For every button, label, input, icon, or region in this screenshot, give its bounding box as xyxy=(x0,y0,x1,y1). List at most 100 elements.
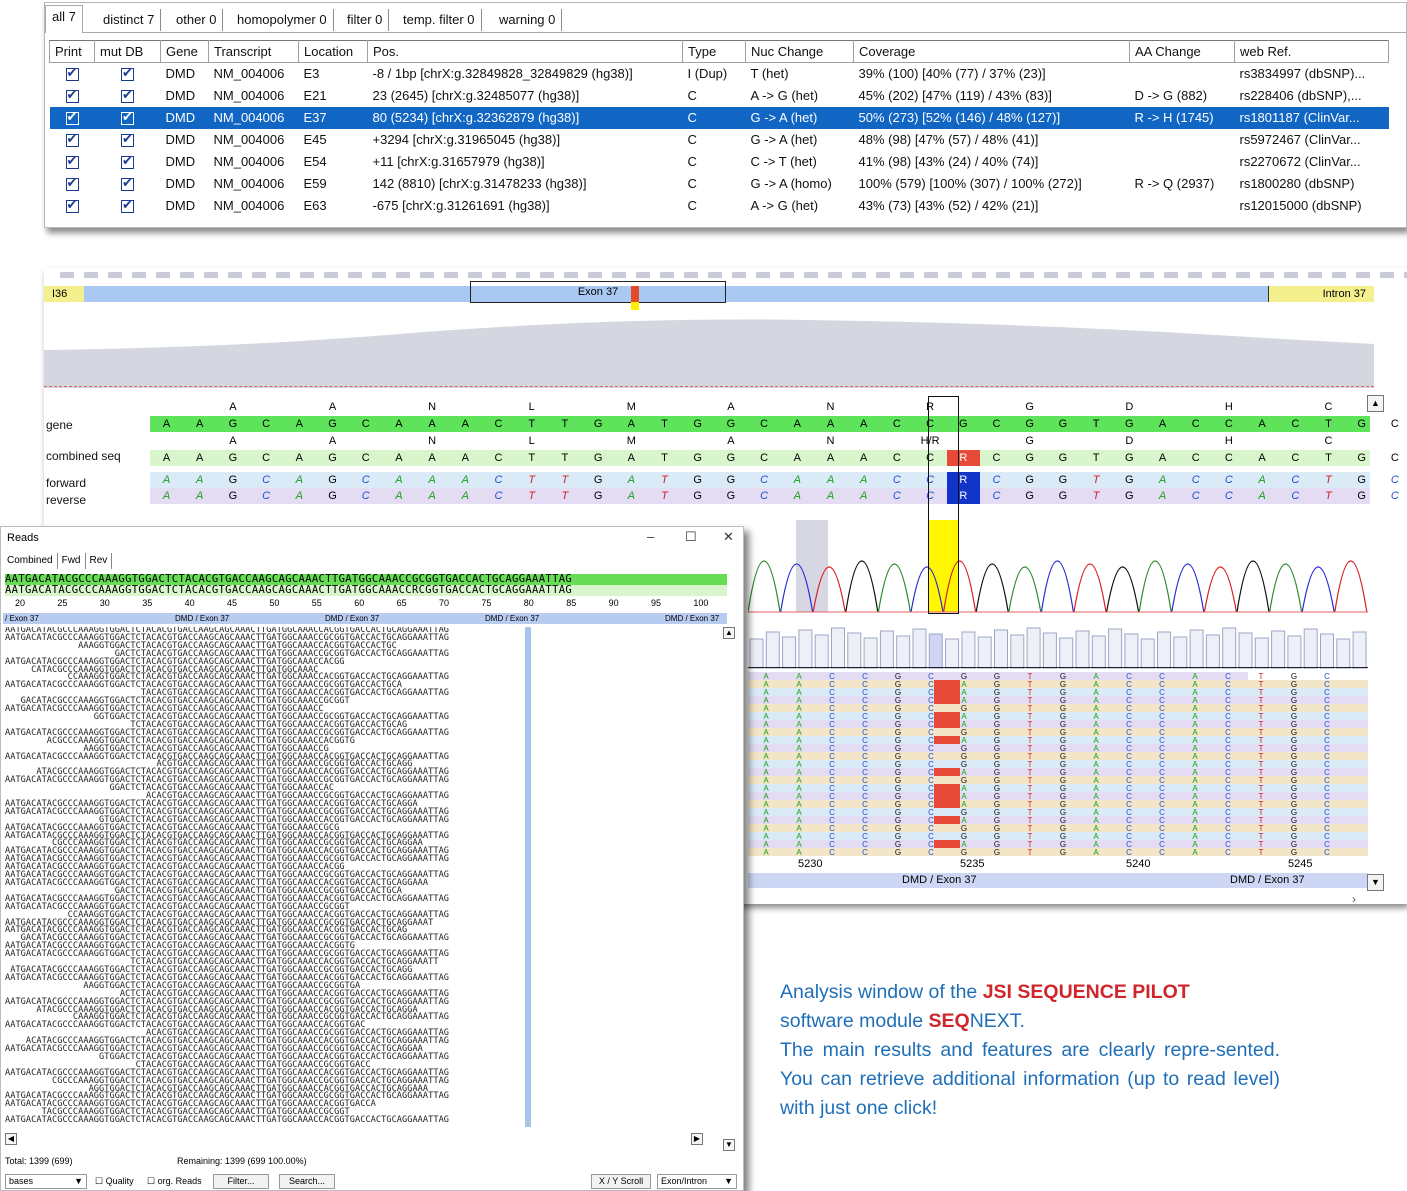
scroll-down-button[interactable]: ▼ xyxy=(1367,874,1384,891)
tab-other[interactable]: other 0 xyxy=(170,9,224,31)
cell-print-checkbox[interactable] xyxy=(50,173,95,195)
quality-bar xyxy=(782,636,797,669)
col-location[interactable]: Location xyxy=(298,40,368,63)
tab-rev[interactable]: Rev xyxy=(86,553,113,569)
read-row xyxy=(748,760,1368,768)
read-base: A xyxy=(796,848,802,856)
display-mode-select[interactable]: bases ▼ xyxy=(5,1174,87,1189)
tab-fwd[interactable]: Fwd xyxy=(58,553,86,569)
col-coverage[interactable]: Coverage xyxy=(853,40,1130,63)
checkbox-icon[interactable] xyxy=(65,175,79,192)
cell-mutdb-checkbox[interactable] xyxy=(94,106,161,129)
checkbox-icon[interactable] xyxy=(121,131,134,148)
checkbox-icon[interactable] xyxy=(65,197,79,214)
col-mut-db[interactable]: mut DB xyxy=(94,40,161,63)
cell-print-checkbox[interactable] xyxy=(49,106,95,129)
table-row[interactable]: DMD NM_004006 E21 23 (2645) [chrX:g.3248507… xyxy=(50,85,1389,107)
table-row[interactable]: DMD NM_004006 E59 142 (8810) [chrX:g.314782… xyxy=(50,173,1389,195)
maximize-button[interactable]: ☐ xyxy=(685,529,697,545)
base: C xyxy=(1390,490,1399,502)
checkbox-icon[interactable] xyxy=(121,175,134,192)
table-row[interactable]: DMDNM_004006E3780 (5234) [chrX:g.3236287… xyxy=(49,106,1389,129)
checkbox-icon[interactable] xyxy=(121,153,134,170)
tab-homopolymer[interactable]: homopolymer 0 xyxy=(231,9,334,31)
col-transcript[interactable]: Transcript xyxy=(208,40,299,63)
checkbox-icon[interactable] xyxy=(121,197,134,214)
checkbox-icon[interactable] xyxy=(65,131,79,148)
cell-mutdb-checkbox[interactable] xyxy=(95,129,161,151)
col-type[interactable]: Type xyxy=(682,40,746,63)
region-select[interactable]: Exon/Intron ▼ xyxy=(657,1174,737,1189)
cell-mutdb-checkbox[interactable] xyxy=(95,151,161,173)
table-row[interactable]: DMD NM_004006 E3 -8 / 1bp [chrX:g.32849828_… xyxy=(50,63,1389,85)
col-print[interactable]: Print xyxy=(49,40,95,63)
base: G xyxy=(1357,452,1366,464)
col-aa-change[interactable]: AA Change xyxy=(1129,40,1235,63)
base: G xyxy=(1058,452,1068,464)
scroll-up-button[interactable]: ▲ xyxy=(1367,395,1384,412)
reads-scroll-down[interactable]: ▼ xyxy=(723,1139,735,1151)
variant-base xyxy=(934,768,960,776)
table-row[interactable]: DMD NM_004006 E54 +11 [chrX:g.31657979 (hg3… xyxy=(50,151,1389,173)
checkbox-icon[interactable] xyxy=(121,109,134,126)
table-row[interactable]: DMD NM_004006 E63 -675 [chrX:g.31261691 (hg… xyxy=(50,195,1389,217)
exon-bar[interactable]: I36 Exon 37 Intron 37 xyxy=(44,281,1374,310)
track-label-gene: gene xyxy=(46,418,73,432)
selected-position-box[interactable] xyxy=(928,396,959,614)
checkbox-icon[interactable] xyxy=(65,109,79,126)
amino-acid: M xyxy=(626,435,636,447)
base: A xyxy=(860,490,868,502)
cell-mutdb-checkbox[interactable] xyxy=(95,195,161,217)
read-row xyxy=(748,816,1368,824)
checkbox-icon[interactable] xyxy=(65,87,79,104)
cell-print-checkbox[interactable] xyxy=(50,195,95,217)
checkbox-icon[interactable] xyxy=(65,65,79,82)
tab-filter[interactable]: filter 0 xyxy=(341,9,390,31)
base: C xyxy=(1390,474,1399,486)
cell-mutdb-checkbox[interactable] xyxy=(95,63,161,85)
checkbox-icon[interactable] xyxy=(65,153,79,170)
xy-scroll-button[interactable]: X / Y Scroll xyxy=(591,1174,651,1189)
reads-scroll-left[interactable]: ◀ xyxy=(5,1133,17,1145)
checkbox-icon[interactable] xyxy=(121,65,134,82)
close-button[interactable]: ✕ xyxy=(723,529,734,545)
cell-type: C xyxy=(687,132,697,147)
ruler-tick: 50 xyxy=(269,598,280,608)
base: G xyxy=(1025,418,1034,430)
cell-print-checkbox[interactable] xyxy=(50,129,95,151)
cell-mutdb-checkbox[interactable] xyxy=(95,85,161,107)
minimize-button[interactable]: – xyxy=(647,529,654,544)
cell-print-checkbox[interactable] xyxy=(50,151,95,173)
scroll-right-button[interactable]: › xyxy=(1352,892,1356,906)
cell-mutdb-checkbox[interactable] xyxy=(95,173,161,195)
cell-print-checkbox[interactable] xyxy=(50,85,95,107)
col-gene[interactable]: Gene xyxy=(160,40,209,63)
org-reads-checkbox[interactable]: ☐ org. Reads xyxy=(147,1176,202,1187)
cell-coverage: 45% (202) [47% (119) / 43% (83)] xyxy=(858,88,1052,103)
read-alignment-list[interactable]: AATGACATACGCCCAAAGGTGGACTCTACACGTGACCAAG… xyxy=(5,627,727,1127)
tab-all[interactable]: all 7 xyxy=(45,5,83,33)
tab-distinct[interactable]: distinct 7 xyxy=(97,9,162,31)
reads-remaining: Remaining: 1399 (699 100.00%) xyxy=(177,1156,307,1166)
trace-peak xyxy=(1203,566,1237,613)
search-button[interactable]: Search... xyxy=(279,1174,335,1189)
quality-bar xyxy=(1173,636,1188,669)
tab-warning[interactable]: warning 0 xyxy=(493,9,563,31)
tab-temp-filter[interactable]: temp. filter 0 xyxy=(397,9,482,31)
quality-checkbox[interactable]: ☐ Quality xyxy=(95,1176,134,1187)
col-pos[interactable]: Pos. xyxy=(367,40,683,63)
cell-print-checkbox[interactable] xyxy=(50,63,95,85)
col-web-ref[interactable]: web Ref. xyxy=(1234,40,1389,63)
tab-combined[interactable]: Combined xyxy=(3,553,58,569)
cell-coverage: 41% (98) [43% (24) / 40% (74)] xyxy=(858,154,1039,169)
col-nuc-change[interactable]: Nuc Change xyxy=(745,40,854,63)
reads-scroll-up[interactable]: ▲ xyxy=(723,627,735,639)
cell-transcript: NM_004006 xyxy=(213,66,285,82)
checkbox-icon[interactable] xyxy=(121,87,134,104)
table-row[interactable]: DMD NM_004006 E45 +3294 [chrX:g.31965045 (h… xyxy=(50,129,1389,151)
reads-scroll-right[interactable]: ▶ xyxy=(691,1133,703,1145)
filter-button[interactable]: Filter... xyxy=(213,1174,269,1189)
exon-annotation-label: DMD / Exon 37 xyxy=(1230,874,1305,886)
trace-peak xyxy=(1301,566,1335,613)
quality-bar xyxy=(1222,627,1237,669)
